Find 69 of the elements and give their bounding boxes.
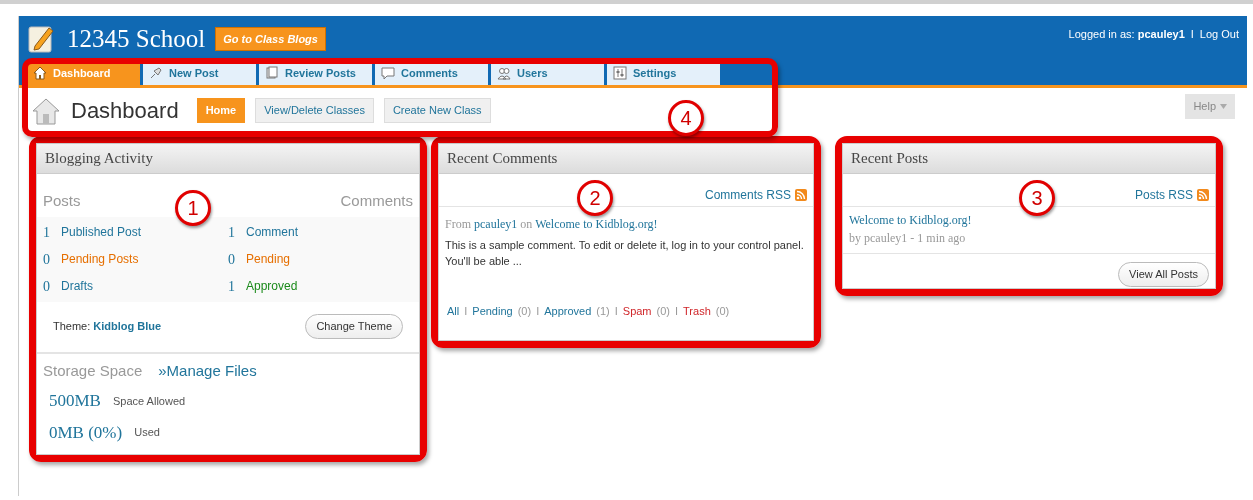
count: 1 — [228, 277, 236, 296]
view-all-posts-button[interactable]: View All Posts — [1118, 262, 1209, 287]
help-button[interactable]: Help — [1185, 94, 1235, 119]
count: 0 — [228, 250, 236, 269]
separator-text: I — [1190, 27, 1194, 42]
storage-amount: 500MB — [49, 390, 101, 412]
callout-number: 2 — [577, 180, 613, 216]
separator-text: I — [614, 304, 618, 319]
stat-link[interactable]: Published Post — [61, 223, 142, 241]
count: 1 — [228, 223, 236, 242]
rss-link[interactable]: Comments RSS — [704, 186, 791, 204]
page-title: Dashboard — [71, 97, 179, 125]
widget-title: Blogging Activity — [37, 144, 419, 174]
caret-icon — [1220, 103, 1227, 109]
filter-link[interactable]: Pending — [472, 303, 513, 320]
sub-tab[interactable]: Create New Class — [383, 98, 491, 123]
comment-source: From pcauley1 on Welcome to Kidblog.org! — [444, 216, 659, 233]
comment-excerpt: This is a sample comment. To edit or delete it, log in to your control panel. You'll be able ... — [444, 238, 805, 269]
column-heading: Posts — [43, 191, 81, 211]
count: 0 — [43, 277, 51, 296]
rss-icon — [1197, 189, 1209, 201]
callout-number: 1 — [175, 190, 211, 226]
filter-link[interactable]: Spam — [622, 303, 652, 320]
manage-files-link[interactable]: »Manage Files — [158, 359, 257, 382]
filter-count: (0) — [517, 304, 532, 319]
rss-link[interactable]: Posts RSS — [1134, 186, 1193, 204]
count: 1 — [43, 223, 51, 242]
callout-number: 3 — [1019, 180, 1055, 216]
author-link[interactable]: pcauley1 — [474, 217, 518, 231]
stat-link[interactable]: Drafts — [61, 277, 93, 295]
storage-heading: Storage Space — [43, 360, 143, 381]
callout-number: 4 — [668, 100, 704, 136]
separator-text: I — [464, 304, 468, 319]
storage-amount: 0MB (0%) — [49, 421, 123, 444]
pin-icon — [149, 66, 163, 80]
people-icon — [497, 66, 511, 80]
widget-title: Recent Posts — [843, 144, 1215, 174]
filter-count: (0) — [656, 304, 670, 319]
separator-text: I — [536, 304, 540, 319]
login-status: Logged in as: pcauley1 — [1068, 27, 1185, 42]
column-heading: Comments — [340, 191, 413, 211]
logout-link[interactable]: Log Out — [1199, 26, 1239, 43]
stat-link[interactable]: Approved — [246, 277, 298, 295]
speech-bubble-icon — [381, 66, 395, 80]
filter-link[interactable]: All — [447, 303, 460, 320]
sub-tab[interactable]: View/Delete Classes — [255, 98, 374, 123]
filter-count: (0) — [715, 304, 730, 319]
site-title: 12345 School — [67, 24, 206, 54]
filter-link[interactable]: Approved — [544, 303, 592, 320]
stat-link[interactable]: Comment — [246, 223, 298, 241]
separator-text: I — [675, 304, 679, 319]
house-icon — [33, 66, 47, 80]
filter-link[interactable]: Trash — [683, 303, 711, 320]
theme-link[interactable]: Kidblog Blue — [93, 320, 162, 333]
stat-link[interactable]: Pending — [246, 250, 291, 268]
post-link[interactable]: Welcome to Kidblog.org! — [535, 217, 658, 231]
storage-label: Space Allowed — [112, 393, 186, 409]
theme-label: Theme: Kidblog Blue — [53, 319, 162, 335]
change-theme-button[interactable]: Change Theme — [305, 314, 403, 339]
pages-icon — [265, 66, 279, 80]
count: 0 — [43, 250, 51, 269]
stat-link[interactable]: Pending Posts — [61, 250, 139, 268]
storage-label: Used — [134, 425, 160, 440]
post-byline: by pcauley1 - 1 min ago — [849, 230, 967, 247]
sliders-icon — [613, 66, 627, 80]
rss-icon — [795, 189, 807, 201]
house-icon — [31, 96, 61, 125]
filter-count: (1) — [596, 304, 610, 319]
widget-title: Recent Comments — [439, 144, 813, 174]
